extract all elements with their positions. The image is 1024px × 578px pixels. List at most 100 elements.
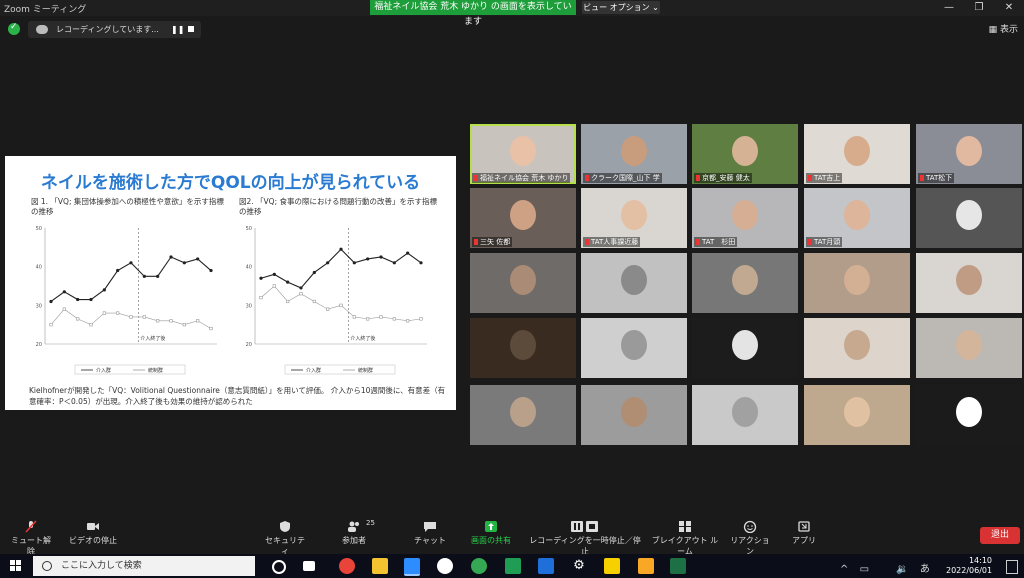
video-button[interactable]: ビデオの停止 [66, 520, 120, 546]
participant-video [510, 136, 536, 166]
stop-icon[interactable] [188, 26, 194, 32]
participant-video [844, 265, 870, 295]
participant-tile[interactable]: クラーク国際_山下 学 [581, 124, 687, 184]
recording-button[interactable]: レコーディングを一時停止／停止 [528, 520, 642, 557]
cortana-icon[interactable] [272, 560, 286, 574]
participants-button[interactable]: 参加者 25 [334, 519, 375, 546]
chrome-profile-icon[interactable] [471, 558, 487, 574]
participant-tile[interactable] [692, 253, 798, 313]
chrome-icon[interactable] [339, 558, 355, 574]
notification-icon[interactable] [1006, 560, 1018, 574]
intervention-end-label: 介入終了後 [140, 335, 165, 342]
data-point [116, 311, 120, 315]
data-point [169, 255, 173, 259]
data-point [259, 296, 263, 300]
y-tick-label: 50 [36, 226, 42, 232]
participant-tile[interactable] [470, 385, 576, 445]
participant-tile[interactable] [470, 318, 576, 378]
participant-tile[interactable] [804, 385, 910, 445]
mute-button[interactable]: ミュート解除 [8, 520, 54, 557]
close-icon[interactable]: ✕ [994, 0, 1024, 16]
participant-tile[interactable] [581, 253, 687, 313]
taskbar-clock[interactable]: 14:10 2022/06/01 [946, 556, 992, 576]
participant-tile[interactable] [692, 385, 798, 445]
zoom-icon[interactable] [404, 558, 420, 576]
y-tick-label: 20 [246, 342, 252, 348]
data-point [156, 274, 160, 278]
data-point [272, 272, 276, 276]
chat-button[interactable]: チャット [412, 520, 448, 546]
view-options-button[interactable]: ビュー オプション ⌄ [582, 1, 660, 14]
chevron-up-icon[interactable]: ^ [840, 564, 848, 575]
participant-name: TAT月頭 [806, 237, 843, 247]
data-point [272, 284, 276, 288]
pause-icon[interactable]: ❚❚ [171, 21, 184, 38]
excel-icon[interactable] [670, 558, 686, 574]
participant-name: 京都_安藤 健太 [694, 173, 752, 183]
participant-tile[interactable] [804, 253, 910, 313]
network-icon[interactable]: ▭ [860, 564, 869, 575]
clock-date: 2022/06/01 [946, 566, 993, 575]
minimize-icon[interactable]: — [934, 0, 964, 16]
data-point [49, 299, 53, 304]
security-button[interactable]: セキュリティ [262, 520, 308, 557]
leave-button[interactable]: 退出 [980, 527, 1020, 544]
notes-icon[interactable] [638, 558, 654, 574]
participant-tile[interactable]: 福祉ネイル協会 荒木 ゆかり [470, 124, 576, 184]
app-icon-red-dot[interactable] [437, 558, 453, 574]
green-app-icon[interactable] [505, 558, 521, 574]
y-tick-label: 40 [246, 265, 252, 271]
breakout-rooms-button[interactable]: ブレイクアウト ルーム [650, 520, 720, 557]
data-point [286, 299, 290, 304]
muted-mic-icon [696, 175, 700, 181]
settings-gear-icon[interactable]: ⚙ [571, 558, 587, 574]
participant-tile[interactable]: TAT松下 [916, 124, 1022, 184]
y-tick-label: 30 [246, 303, 252, 309]
participant-tile[interactable] [916, 318, 1022, 378]
share-screen-button[interactable]: 画面の共有 [468, 520, 514, 546]
taskbar-search-input[interactable]: ここに入力して検索 [33, 556, 255, 576]
ime-indicator[interactable]: あ [920, 564, 930, 575]
participant-name: TAT 杉田 [694, 237, 738, 247]
display-button[interactable]: ▦ 表示 [989, 22, 1018, 35]
volume-icon[interactable]: 🔉 [896, 564, 908, 575]
data-point [379, 315, 383, 319]
smiley-icon [743, 520, 757, 533]
participant-tile[interactable] [916, 385, 1022, 445]
participant-tile[interactable]: TAT 杉田 [692, 188, 798, 248]
participant-video [510, 397, 536, 427]
miro-icon[interactable] [604, 558, 620, 574]
reactions-button[interactable]: リアクション [730, 520, 770, 557]
file-explorer-icon[interactable] [372, 558, 388, 574]
participant-video [732, 265, 758, 295]
data-point [156, 319, 160, 323]
apps-button[interactable]: アプリ [790, 520, 818, 546]
participant-tile[interactable] [916, 188, 1022, 248]
participant-tile[interactable]: 三矢 佐都 [470, 188, 576, 248]
grid-icon: ▦ [988, 25, 998, 35]
participant-tile[interactable]: TAT吉上 [804, 124, 910, 184]
participant-tile[interactable]: 京都_安藤 健太 [692, 124, 798, 184]
data-point [76, 317, 80, 321]
windows-start-icon[interactable] [10, 560, 22, 572]
maximize-icon[interactable]: ❐ [964, 0, 994, 16]
series-line-1 [260, 285, 422, 322]
participant-tile[interactable] [692, 318, 798, 378]
participant-tile[interactable] [581, 385, 687, 445]
participant-video [956, 136, 982, 166]
participant-tile[interactable] [804, 318, 910, 378]
task-view-icon[interactable] [303, 561, 315, 571]
participant-tile[interactable]: TAT人事課近藤 [581, 188, 687, 248]
data-point [326, 307, 330, 311]
participant-tile[interactable] [470, 253, 576, 313]
data-point [62, 290, 66, 294]
blue-app-icon[interactable] [538, 558, 554, 574]
legend-label: 介入群 [96, 367, 111, 374]
data-point [419, 317, 423, 321]
participant-tile[interactable] [581, 318, 687, 378]
security-shield-icon[interactable] [8, 22, 20, 35]
data-point [89, 297, 93, 302]
participant-tile[interactable] [916, 253, 1022, 313]
participant-tile[interactable]: TAT月頭 [804, 188, 910, 248]
y-tick-label: 20 [36, 342, 42, 348]
